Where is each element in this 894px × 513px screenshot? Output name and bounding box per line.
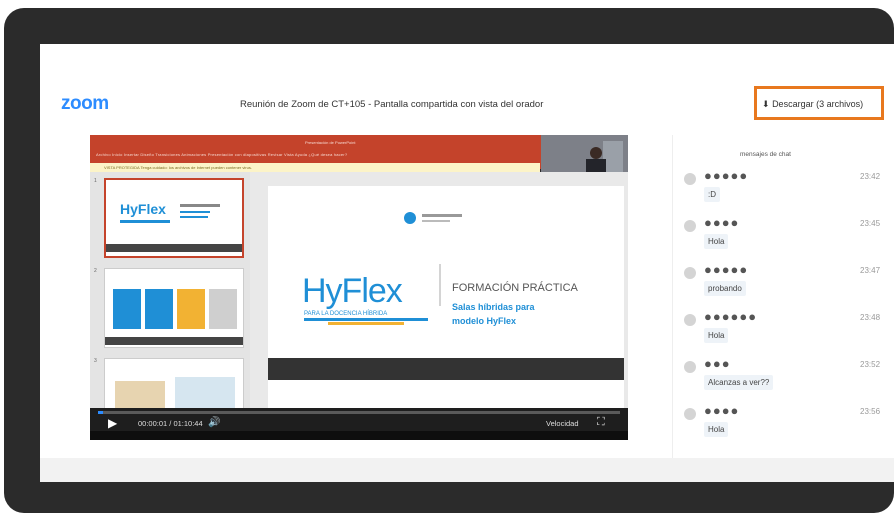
- chat-text: Alcanzas a ver??: [704, 375, 774, 390]
- chat-sender: ●●●●●: [704, 168, 749, 183]
- ppt-protected-view-bar: VISTA PROTEGIDA Tenga cuidado: los archi…: [90, 163, 540, 172]
- play-icon[interactable]: ▶: [108, 416, 117, 430]
- download-label: Descargar (3 archivos): [772, 99, 864, 109]
- chat-time: 23:45: [860, 219, 881, 228]
- ppt-editor: 1 HyFlex 2 3 HyFlex PARA LA DOCENCIA HÍB…: [90, 172, 628, 428]
- slide-thumbnail-1[interactable]: HyFlex: [104, 178, 244, 258]
- slide-heading: FORMACIÓN PRÁCTICA: [452, 282, 578, 294]
- chat-time: 23:47: [860, 266, 881, 275]
- slide-subheading-1: Salas híbridas para: [452, 302, 535, 312]
- fullscreen-icon[interactable]: ⛶: [597, 416, 605, 429]
- chat-time: 23:56: [860, 407, 881, 416]
- avatar-icon: [684, 314, 696, 326]
- progress-bar[interactable]: [98, 411, 620, 414]
- thumb-number: 2: [94, 268, 97, 274]
- chat-text: probando: [704, 281, 746, 296]
- avatar-icon: [684, 408, 696, 420]
- slide-subheading-2: modelo HyFlex: [452, 316, 517, 326]
- svg-text:HyFlex: HyFlex: [120, 201, 166, 217]
- video-player[interactable]: Presentación de PowerPoint Archivo Inici…: [90, 135, 628, 440]
- chat-message: ●●●●● 23:47 probando: [684, 263, 880, 309]
- chat-message: ●●●● 23:45 Hola: [684, 216, 880, 262]
- chat-message: ●●●●● 23:42 :D: [684, 169, 880, 215]
- slide-footer-logos: [268, 358, 624, 380]
- avatar-icon: [684, 267, 696, 279]
- window-title: Reunión de Zoom de CT+105 - Pantalla com…: [240, 99, 544, 110]
- playback-time: 00:00:01 / 01:10:44: [138, 419, 203, 428]
- zoom-logo: zoom: [61, 93, 109, 114]
- main-slide: HyFlex PARA LA DOCENCIA HÍBRIDA FORMACIÓ…: [268, 186, 624, 414]
- slide-thumbnail-2[interactable]: [104, 268, 244, 348]
- ppt-message-text: VISTA PROTEGIDA Tenga cuidado: los archi…: [104, 165, 252, 170]
- slide-brand-tagline: PARA LA DOCENCIA HÍBRIDA: [304, 311, 388, 317]
- ppt-window-title: Presentación de PowerPoint: [305, 140, 356, 145]
- thumb-1-art: HyFlex: [106, 201, 242, 252]
- chat-message: ●●● 23:52 Alcanzas a ver??: [684, 357, 880, 403]
- chat-text: :D: [704, 187, 720, 202]
- chat-time: 23:48: [860, 313, 881, 322]
- chat-title: mensajes de chat: [740, 151, 791, 158]
- avatar-icon: [684, 173, 696, 185]
- speed-button[interactable]: Velocidad: [546, 419, 579, 428]
- slide-brand: HyFlex: [302, 272, 403, 310]
- chat-message: ●●●●●● 23:48 Hola: [684, 310, 880, 356]
- chat-sender: ●●●●●: [704, 262, 749, 277]
- download-icon: ⬇: [762, 99, 770, 109]
- chat-text: Hola: [704, 328, 729, 343]
- screen: zoom Reunión de Zoom de CT+105 - Pantall…: [40, 44, 894, 458]
- slide-thumbnails: 1 HyFlex 2 3: [90, 172, 250, 428]
- chat-sender: ●●●●: [704, 215, 740, 230]
- chat-sender: ●●●●: [704, 403, 740, 418]
- progress-fill: [98, 411, 104, 414]
- download-button[interactable]: ⬇ Descargar (3 archivos): [762, 99, 863, 110]
- ppt-tabs: Archivo Inicio Insertar Diseño Transicio…: [96, 152, 348, 157]
- chat-sender: ●●●: [704, 356, 731, 371]
- chat-text: Hola: [704, 422, 729, 437]
- chat-message: ●●●● 23:56 Hola: [684, 404, 880, 450]
- avatar-icon: [684, 361, 696, 373]
- thumb-2-art: [105, 289, 243, 345]
- chat-time: 23:52: [860, 360, 881, 369]
- chat-time: 23:42: [860, 172, 881, 181]
- thumb-number: 1: [94, 178, 97, 184]
- avatar-icon: [684, 220, 696, 232]
- windows-taskbar: [90, 431, 628, 440]
- chat-text: Hola: [704, 234, 729, 249]
- page-bottom-strip: [40, 458, 894, 482]
- volume-icon[interactable]: 🔊: [208, 417, 220, 428]
- thumb-number: 3: [94, 358, 97, 364]
- chat-sender: ●●●●●●: [704, 309, 758, 324]
